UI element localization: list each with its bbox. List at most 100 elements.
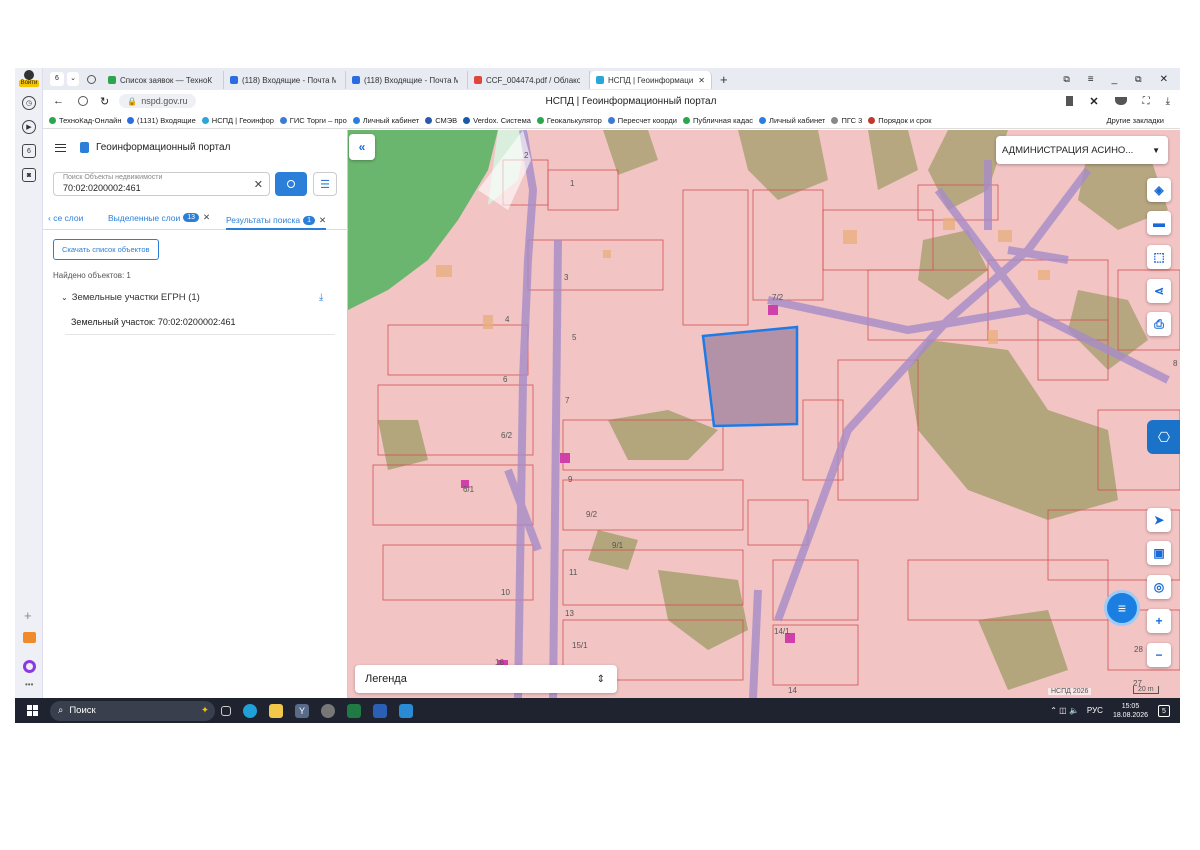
select-area-button[interactable]: ⬚	[1147, 245, 1171, 269]
language[interactable]: РУС	[1087, 706, 1103, 715]
bookmark-flag-icon[interactable]	[1066, 96, 1074, 106]
screenshot-icon[interactable]: ⛶	[1143, 96, 1150, 107]
start-icon[interactable]	[27, 705, 38, 716]
hamburger-icon[interactable]	[55, 144, 66, 152]
location-icon: ◎	[1153, 580, 1165, 594]
tab-all-layers[interactable]: ‹ се слои	[48, 213, 83, 223]
alice-icon[interactable]	[23, 660, 36, 673]
bookmark-item[interactable]: ПГС 3	[831, 116, 862, 125]
bookmark-item[interactable]: Личный кабинет	[352, 116, 419, 125]
legend-bar[interactable]: Легенда ⇕	[355, 665, 617, 693]
share-button[interactable]: ⋖	[1147, 279, 1171, 303]
close-tab-icon[interactable]: ✕	[698, 76, 705, 85]
location-button[interactable]: ◎	[1147, 575, 1171, 599]
file-explorer-icon[interactable]	[269, 703, 283, 718]
task-view-icon[interactable]	[221, 705, 231, 716]
tab-count-badge[interactable]: 6	[50, 72, 64, 86]
back-icon[interactable]: ←	[53, 95, 64, 107]
extension-icon[interactable]: ✕	[1089, 95, 1098, 108]
new-tab-button[interactable]: +	[720, 72, 728, 87]
zoom-in-button[interactable]: +	[1147, 609, 1171, 633]
edge-icon[interactable]	[243, 703, 257, 718]
search-button[interactable]	[275, 172, 307, 196]
excel-icon[interactable]	[347, 703, 361, 718]
clear-icon[interactable]: ✕	[254, 178, 263, 191]
minimize-icon[interactable]: _	[1112, 74, 1118, 85]
url-field[interactable]: 🔒 nspd.gov.ru	[119, 94, 196, 108]
download-icon[interactable]: ⤓	[319, 292, 323, 303]
download-list-button[interactable]: Скачать список объектов	[53, 239, 159, 260]
history-icon[interactable]: ◷	[22, 96, 36, 110]
reload-icon[interactable]: ↻	[100, 95, 109, 108]
browser-tab[interactable]: (118) Входящие - Почта М	[346, 71, 468, 89]
bookmark-item[interactable]: Личный кабинет	[759, 116, 825, 125]
bookmark-item[interactable]: Геокалькулятор	[536, 116, 602, 125]
parcel-label: 4	[505, 315, 510, 324]
bookmark-item[interactable]: ТехноКад-Онлайн	[49, 116, 121, 125]
browser-tab[interactable]: Список заявок — ТехноК	[102, 71, 224, 89]
tab-group-icon[interactable]	[87, 74, 96, 84]
tab-list-chevron-icon[interactable]: ⌄	[67, 72, 79, 86]
print-icon: ⎙	[1154, 316, 1164, 331]
mail-icon[interactable]	[23, 632, 36, 643]
collapse-panel-button[interactable]: «	[349, 134, 375, 160]
search-input[interactable]: 70:02:0200002:461	[63, 183, 141, 193]
play-icon[interactable]: ▶	[22, 120, 36, 134]
chat-button[interactable]: ≡	[1104, 590, 1140, 626]
close-icon[interactable]: ✕	[319, 215, 326, 226]
protect-icon[interactable]	[1114, 97, 1127, 105]
search-icon: ⌕	[58, 705, 64, 716]
group-header[interactable]: ⌄ Земельные участки ЕГРН (1)	[61, 292, 200, 303]
bookmark-item[interactable]: Пересчет коорди	[607, 115, 677, 125]
tab-selected-layers[interactable]: Выделенные слои 13 ✕	[108, 212, 210, 223]
yandex-browser-icon[interactable]: Y	[295, 703, 309, 718]
bookmark-item[interactable]: Порядок и срок	[868, 116, 932, 125]
tab-search-results[interactable]: Результаты поиска 1 ✕	[226, 210, 327, 230]
more-icon[interactable]: •••	[25, 680, 33, 689]
minimap-button[interactable]: ▣	[1147, 541, 1171, 565]
map-area[interactable]: 2 1 3 4 5 6 7 6/2 6/1 9 9/2 9/1 11 10 13 15/1 16 14 14/1 7/…	[348, 130, 1180, 698]
browser-tab[interactable]: CCF_004474.pdf / Облако	[468, 71, 590, 89]
assistant-button[interactable]: ⎔	[1147, 420, 1180, 454]
tray-icons[interactable]: ⌃ ◫ 🔈	[1050, 706, 1079, 715]
word-icon[interactable]	[373, 703, 387, 718]
add-panel-icon[interactable]: +	[24, 608, 32, 623]
close-icon[interactable]: ✕	[203, 212, 210, 223]
admin-dropdown[interactable]: АДМИНИСТРАЦИЯ АСИНО... ▼	[996, 136, 1168, 164]
user-icon	[24, 70, 34, 80]
other-bookmarks[interactable]: Другие закладки	[1107, 116, 1164, 125]
yandex-icon[interactable]	[78, 96, 88, 106]
search-box[interactable]: Поиск Объекты недвижимости 70:02:0200002…	[53, 172, 270, 196]
tab-counter-icon[interactable]: 6	[22, 144, 36, 158]
zoom-out-button[interactable]: −	[1147, 643, 1171, 667]
camera-icon[interactable]: ◙	[22, 168, 36, 182]
bookmark-item[interactable]: СМЭВ	[425, 116, 457, 125]
login-button[interactable]: Войти	[19, 70, 39, 88]
ruler-button[interactable]: ▬	[1147, 211, 1171, 235]
bookmarks-manager-icon[interactable]: ⧉	[1063, 74, 1069, 85]
notification-icon[interactable]: 5	[1158, 704, 1170, 717]
selected-parcel[interactable]	[701, 325, 799, 428]
bookmark-item[interactable]: ГИС Торги – про	[279, 116, 347, 125]
bookmark-item[interactable]: Verdox. Система	[463, 116, 531, 125]
browser-tab[interactable]: НСПД | Геоинформаци ✕	[590, 71, 712, 89]
filter-button[interactable]: ☰	[313, 172, 337, 196]
bookmark-item[interactable]: НСПД | Геоинфор	[201, 116, 274, 125]
restore-icon[interactable]: ⧉	[1135, 74, 1141, 85]
result-item[interactable]: Земельный участок: 70:02:0200002:461	[65, 311, 335, 335]
network-app-icon[interactable]	[321, 703, 335, 718]
close-window-icon[interactable]: ✕	[1160, 74, 1168, 85]
downloads-icon[interactable]: ⤓	[1166, 96, 1170, 107]
clock[interactable]: 15:05 18.08.2026	[1113, 702, 1148, 720]
app-icon[interactable]	[399, 703, 413, 718]
taskbar-search[interactable]: ⌕ Поиск ✦	[50, 700, 215, 721]
browser-tab[interactable]: (118) Входящие - Почта М	[224, 71, 346, 89]
bookmark-label: Пересчет коорди	[617, 115, 677, 125]
map-canvas[interactable]: 21345676/26/199/29/111101315/1161414/17/…	[348, 130, 1180, 698]
print-button[interactable]: ⎙	[1147, 312, 1171, 336]
bookmark-item[interactable]: (1131) Входящие	[127, 116, 196, 125]
layers-button[interactable]: ◈	[1147, 178, 1171, 202]
menu-icon[interactable]: ≡	[1088, 74, 1094, 85]
bookmark-item[interactable]: Публичная кадас	[683, 116, 753, 125]
navigate-button[interactable]: ➤	[1147, 508, 1171, 532]
